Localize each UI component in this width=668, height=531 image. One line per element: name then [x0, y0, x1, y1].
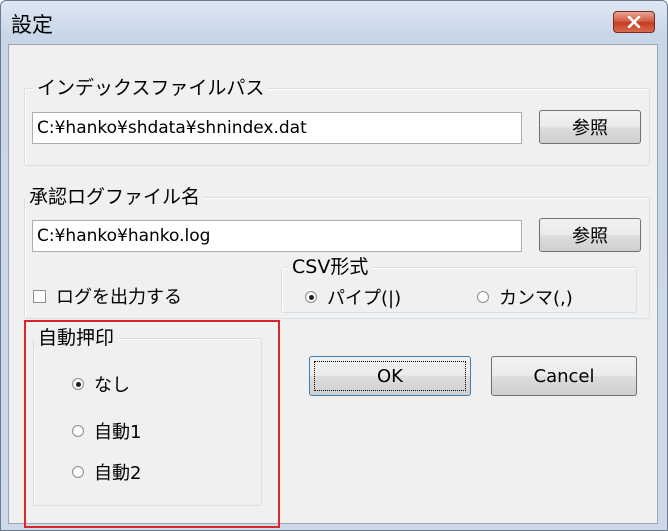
index-path-input[interactable]: C:¥hanko¥shdata¥shnindex.dat: [32, 112, 522, 144]
index-browse-button[interactable]: 参照: [539, 110, 641, 144]
csv-comma-label: カンマ(,): [499, 288, 573, 309]
output-log-checkbox-row[interactable]: ログを出力する: [33, 283, 182, 309]
index-browse-label: 参照: [572, 118, 608, 139]
csv-format-group-label: CSV形式: [288, 256, 373, 278]
csv-comma-option[interactable]: カンマ(,): [477, 284, 573, 310]
close-x-icon: [627, 16, 641, 28]
output-log-label: ログを出力する: [56, 287, 182, 308]
output-log-checkbox[interactable]: [33, 289, 46, 303]
log-browse-label: 参照: [572, 226, 608, 247]
title-bar[interactable]: 設定: [1, 1, 667, 45]
csv-comma-radio[interactable]: [477, 291, 489, 303]
index-path-group-label: インデックスファイルパス: [33, 77, 269, 99]
csv-pipe-option[interactable]: パイプ(|): [305, 284, 401, 310]
ok-button[interactable]: OK: [309, 356, 471, 396]
window-title: 設定: [11, 13, 53, 37]
csv-pipe-radio[interactable]: [305, 291, 317, 303]
cancel-label: Cancel: [533, 365, 595, 387]
highlight-box: [24, 320, 280, 528]
log-file-group-label: 承認ログファイル名: [25, 186, 205, 208]
csv-pipe-label: パイプ(|): [327, 288, 402, 309]
cancel-button[interactable]: Cancel: [491, 356, 637, 396]
log-file-input[interactable]: C:¥hanko¥hanko.log: [32, 220, 522, 252]
ok-focus-rect: [314, 361, 466, 391]
close-button[interactable]: [613, 11, 655, 33]
log-browse-button[interactable]: 参照: [539, 218, 641, 252]
